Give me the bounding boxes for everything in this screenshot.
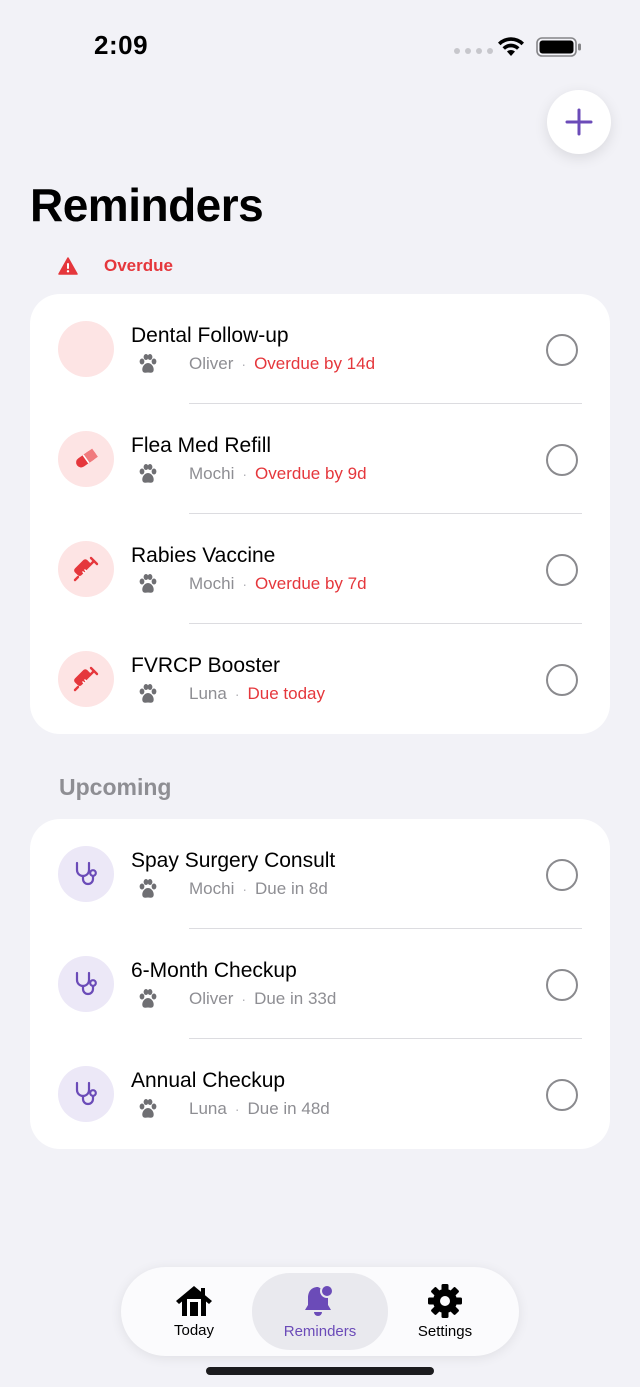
paw-icon	[139, 574, 157, 593]
reminder-row[interactable]: FVRCP Booster Luna · Due today	[30, 624, 610, 734]
due-status: Due in 48d	[247, 1099, 330, 1118]
complete-checkbox[interactable]	[546, 554, 578, 586]
reminder-row[interactable]: 6-Month Checkup Oliver · Due in 33d	[30, 929, 610, 1039]
complete-checkbox[interactable]	[546, 969, 578, 1001]
paw-icon	[139, 879, 157, 898]
home-indicator	[206, 1367, 434, 1375]
due-status: Due in 33d	[254, 989, 337, 1008]
pet-name: Luna	[189, 684, 227, 703]
tab-label: Settings	[417, 1323, 473, 1340]
reminder-meta: Mochi · Due in 8d	[136, 877, 328, 901]
reminder-icon-blank	[58, 321, 114, 377]
due-status: Overdue by 7d	[255, 574, 367, 593]
complete-checkbox[interactable]	[546, 859, 578, 891]
syringe-icon	[58, 651, 114, 707]
stethoscope-icon	[58, 846, 114, 902]
reminder-meta: Mochi · Overdue by 9d	[136, 462, 367, 486]
paw-icon	[139, 354, 157, 373]
syringe-icon	[58, 541, 114, 597]
reminder-title: Spay Surgery Consult	[131, 849, 336, 872]
reminder-row[interactable]: Annual Checkup Luna · Due in 48d	[30, 1039, 610, 1149]
complete-checkbox[interactable]	[546, 444, 578, 476]
reminder-meta: Luna · Due in 48d	[136, 1097, 330, 1121]
pill-icon	[58, 431, 114, 487]
reminder-meta: Luna · Due today	[136, 682, 325, 706]
house-icon	[176, 1286, 212, 1316]
complete-checkbox[interactable]	[546, 1079, 578, 1111]
status-bar: 2:09	[0, 0, 640, 94]
wifi-icon	[498, 37, 524, 56]
reminder-row[interactable]: Dental Follow-up Oliver · Overdue by 14d	[30, 294, 610, 404]
pet-name: Oliver	[189, 354, 234, 373]
add-reminder-button[interactable]	[547, 90, 611, 154]
pet-name: Mochi	[189, 464, 235, 483]
reminder-meta: Oliver · Overdue by 14d	[136, 352, 375, 376]
due-status: Due in 8d	[255, 879, 328, 898]
tab-bar: Today Reminders Settings	[121, 1267, 519, 1356]
reminder-title: Flea Med Refill	[131, 434, 272, 457]
paw-icon	[139, 989, 157, 1008]
pet-name: Luna	[189, 1099, 227, 1118]
status-time: 2:09	[94, 30, 149, 60]
tab-today[interactable]: Today	[145, 1273, 243, 1350]
tab-label: Reminders	[283, 1323, 357, 1340]
upcoming-label: Upcoming	[59, 774, 172, 800]
pet-name: Mochi	[189, 879, 235, 898]
complete-checkbox[interactable]	[546, 664, 578, 696]
overdue-label: Overdue	[104, 256, 173, 275]
battery-icon	[536, 37, 581, 57]
due-status: Due today	[247, 684, 326, 703]
reminder-row[interactable]: Rabies Vaccine Mochi · Overdue by 7d	[30, 514, 610, 624]
cellular-signal-icon	[454, 48, 493, 54]
due-status: Overdue by 14d	[254, 354, 376, 373]
tab-label: Today	[173, 1322, 215, 1339]
reminder-row[interactable]: Flea Med Refill Mochi · Overdue by 9d	[30, 404, 610, 514]
bell-badge-icon	[305, 1284, 334, 1316]
tab-reminders[interactable]: Reminders	[252, 1273, 388, 1350]
reminder-title: Dental Follow-up	[131, 324, 289, 347]
paw-icon	[139, 684, 157, 703]
reminder-title: 6-Month Checkup	[131, 959, 297, 982]
reminder-row[interactable]: Spay Surgery Consult Mochi · Due in 8d	[30, 819, 610, 929]
reminder-title: FVRCP Booster	[131, 654, 280, 677]
reminder-meta: Oliver · Due in 33d	[136, 987, 336, 1011]
complete-checkbox[interactable]	[546, 334, 578, 366]
stethoscope-icon	[58, 1066, 114, 1122]
warning-icon	[58, 257, 78, 275]
reminder-title: Annual Checkup	[131, 1069, 286, 1092]
reminder-title: Rabies Vaccine	[131, 544, 276, 567]
tab-settings[interactable]: Settings	[397, 1273, 493, 1350]
gear-icon	[428, 1284, 462, 1318]
pet-name: Mochi	[189, 574, 235, 593]
stethoscope-icon	[58, 956, 114, 1012]
reminder-meta: Mochi · Overdue by 7d	[136, 572, 367, 596]
due-status: Overdue by 9d	[255, 464, 367, 483]
paw-icon	[139, 464, 157, 483]
upcoming-section-header: Upcoming	[59, 774, 171, 801]
paw-icon	[139, 1099, 157, 1118]
overdue-list: Dental Follow-up Oliver · Overdue by 14d…	[30, 294, 610, 734]
upcoming-list: Spay Surgery Consult Mochi · Due in 8d 6…	[30, 819, 610, 1149]
pet-name: Oliver	[189, 989, 234, 1008]
plus-icon	[565, 108, 593, 136]
page-title: Reminders	[30, 179, 264, 231]
overdue-section-header: Overdue	[58, 256, 173, 276]
